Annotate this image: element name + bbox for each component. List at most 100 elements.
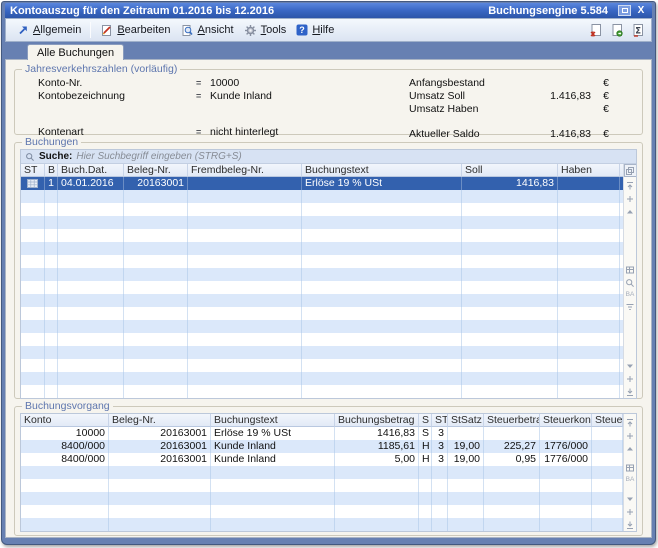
grid-view-button[interactable]: [625, 265, 635, 275]
table-cell: [21, 385, 45, 398]
menu-allgemein[interactable]: Allgemein: [12, 22, 86, 38]
table-cell: Kunde Inland: [211, 453, 335, 466]
table-cell: [419, 466, 432, 479]
field-umsatz-soll: Umsatz Soll 1.416,83 €: [409, 89, 609, 102]
column-header[interactable]: Fremdbeleg-Nr.: [188, 164, 302, 177]
filter-icon: [625, 302, 635, 312]
scroll-bottom-icon: [625, 520, 635, 530]
table-row[interactable]: 8400/000 20163001 Kunde Inland 1185,61 H…: [21, 440, 623, 453]
close-button[interactable]: X: [635, 5, 647, 16]
currency-label: €: [597, 103, 609, 115]
column-header[interactable]: Beleg-Nr.: [124, 164, 188, 177]
table-cell: [462, 229, 558, 242]
ba-button[interactable]: BA: [626, 291, 635, 299]
table-cell: [558, 229, 620, 242]
table-cell: [45, 359, 58, 372]
restore-button[interactable]: [618, 5, 631, 16]
table-cell: 20163001: [109, 427, 211, 440]
search-input[interactable]: Suche: Hier Suchbegriff eingeben (STRG+S…: [21, 150, 636, 164]
table-cell: [302, 320, 462, 333]
scroll-up-button[interactable]: [625, 207, 635, 217]
ba-button[interactable]: BA: [626, 476, 635, 484]
vorgang-table: Konto Beleg-Nr. Buchungstext Buchungsbet…: [20, 413, 637, 532]
scroll-bottom-button[interactable]: [625, 387, 635, 397]
help-icon: ?: [296, 24, 308, 36]
table-cell: [109, 518, 211, 531]
table-cell: [592, 440, 623, 453]
column-header[interactable]: ST: [21, 164, 45, 177]
add-row-button[interactable]: [625, 507, 635, 517]
vorgang-empty-rows: [21, 466, 623, 531]
menu-hilfe[interactable]: ? Hilfe: [291, 22, 339, 38]
column-header[interactable]: Konto: [21, 414, 109, 427]
scroll-top-button[interactable]: [625, 418, 635, 428]
column-header[interactable]: Beleg-Nr.: [109, 414, 211, 427]
column-header[interactable]: Soll: [462, 164, 558, 177]
table-cell: [188, 372, 302, 385]
table-row-selected[interactable]: 1 04.01.2016 20163001 Erlöse 19 % USt 14…: [21, 177, 623, 190]
search-detail-button[interactable]: [625, 278, 635, 288]
column-header[interactable]: B: [45, 164, 58, 177]
column-header[interactable]: StSatz: [448, 414, 484, 427]
menu-label: Ansicht: [198, 24, 234, 36]
add-row-button[interactable]: [625, 374, 635, 384]
column-header[interactable]: ST: [432, 414, 448, 427]
column-header[interactable]: Haben: [558, 164, 620, 177]
table-cell: [45, 372, 58, 385]
table-row-empty: [21, 320, 623, 333]
add-row-button[interactable]: [625, 194, 635, 204]
menu-ansicht[interactable]: Ansicht: [176, 22, 239, 39]
column-header[interactable]: Steuerkonto 2: [592, 414, 623, 427]
table-row[interactable]: 10000 20163001 Erlöse 19 % USt 1416,83 S…: [21, 427, 623, 440]
table-cell: [45, 294, 58, 307]
table-cell: [462, 242, 558, 255]
grid-view-button[interactable]: [625, 463, 635, 473]
tab-alle-buchungen[interactable]: Alle Buchungen: [27, 44, 124, 60]
column-header[interactable]: Buch.Dat.: [58, 164, 124, 177]
table-cell: 1416,83: [335, 427, 419, 440]
column-header[interactable]: Buchungstext: [302, 164, 462, 177]
column-header[interactable]: S: [419, 414, 432, 427]
table-cell: [462, 216, 558, 229]
table-cell: [462, 281, 558, 294]
menu-label: Bearbeiten: [117, 24, 170, 36]
group-buchungsvorgang: Buchungsvorgang Konto Beleg-Nr. Buchungs…: [14, 400, 643, 536]
table-cell: [124, 203, 188, 216]
table-cell: [21, 203, 45, 216]
column-header[interactable]: Buchungsbetrag: [335, 414, 419, 427]
scroll-up-button[interactable]: [625, 444, 635, 454]
refresh-document-icon[interactable]: [610, 23, 624, 37]
table-cell: [45, 255, 58, 268]
column-header[interactable]: Buchungstext: [211, 414, 335, 427]
engine-version-label: Buchungsengine 5.584: [488, 5, 608, 17]
table-cell: [124, 255, 188, 268]
table-cell: [592, 479, 623, 492]
column-chooser-button[interactable]: [624, 164, 637, 177]
field-value: Kunde Inland: [210, 90, 272, 102]
column-header[interactable]: Steuerbetrag: [484, 414, 540, 427]
menu-bearbeiten[interactable]: Bearbeiten: [95, 22, 175, 39]
menu-tools[interactable]: Tools: [239, 22, 292, 39]
table-cell: [109, 466, 211, 479]
scroll-down-button[interactable]: [625, 361, 635, 371]
column-header[interactable]: Steuerkonto 1: [540, 414, 592, 427]
table-row[interactable]: 8400/000 20163001 Kunde Inland 5,00 H 3 …: [21, 453, 623, 466]
table-cell: [558, 372, 620, 385]
table-cell: [188, 320, 302, 333]
filter-button[interactable]: [625, 302, 635, 312]
scroll-top-button[interactable]: [625, 181, 635, 191]
grid-icon: [625, 265, 635, 275]
scroll-bottom-button[interactable]: [625, 520, 635, 530]
table-cell: [21, 229, 45, 242]
table-cell: [462, 307, 558, 320]
sum-export-icon[interactable]: Σ: [631, 23, 645, 37]
print-icon[interactable]: [589, 23, 603, 37]
table-cell: [58, 385, 124, 398]
add-row-button[interactable]: [625, 431, 635, 441]
table-cell: [45, 203, 58, 216]
scroll-down-button[interactable]: [625, 494, 635, 504]
table-cell: [21, 255, 45, 268]
table-cell: [302, 242, 462, 255]
table-cell: [124, 359, 188, 372]
toolbar: Allgemein Bearbeiten Ansicht Tools ? Hil…: [5, 18, 652, 42]
